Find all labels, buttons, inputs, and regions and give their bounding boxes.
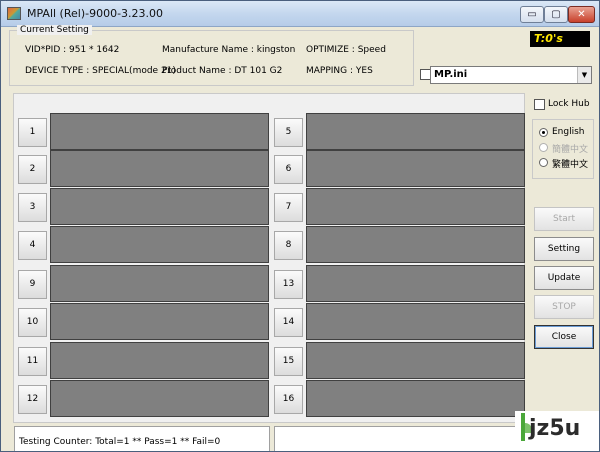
chevron-down-icon[interactable]: ▼ <box>577 67 591 83</box>
language-label-english: English <box>552 127 585 137</box>
slot-progress-7 <box>306 188 525 225</box>
slot-progress-15 <box>306 342 525 379</box>
optimize-label: OPTIMIZE : Speed <box>306 45 386 55</box>
slot-progress-14 <box>306 303 525 340</box>
ini-file-select[interactable]: MP.ini ▼ <box>430 66 592 84</box>
slot-button-8[interactable]: 8 <box>274 231 303 260</box>
title-bar[interactable]: MPAll (Rel)-9000-3.23.00 ▭ ▢ ✕ <box>1 1 599 27</box>
slot-button-13[interactable]: 13 <box>274 270 303 299</box>
language-radio-simplified[interactable] <box>539 143 548 152</box>
app-window: MPAll (Rel)-9000-3.23.00 ▭ ▢ ✕ Current S… <box>0 0 600 452</box>
close-button[interactable]: Close <box>534 325 594 349</box>
window-title: MPAll (Rel)-9000-3.23.00 <box>27 7 164 20</box>
slot-button-4[interactable]: 4 <box>18 231 47 260</box>
slot-button-16[interactable]: 16 <box>274 385 303 414</box>
status-panel-right <box>274 426 526 451</box>
slot-button-9[interactable]: 9 <box>18 270 47 299</box>
mapping-label: MAPPING : YES <box>306 66 373 76</box>
slot-button-10[interactable]: 10 <box>18 308 47 337</box>
slot-button-2[interactable]: 2 <box>18 155 47 184</box>
minimize-button[interactable]: ▭ <box>520 6 544 23</box>
maximize-button[interactable]: ▢ <box>544 6 568 23</box>
slot-button-12[interactable]: 12 <box>18 385 47 414</box>
logo-text: jz5u <box>529 416 581 441</box>
testing-counter-panel: Testing Counter: Total=1 ** Pass=1 ** Fa… <box>14 426 270 451</box>
product-name-label: Product Name : DT 101 G2 <box>162 66 283 76</box>
slot-progress-4 <box>50 226 269 263</box>
close-window-button[interactable]: ✕ <box>568 6 595 23</box>
update-button[interactable]: Update <box>534 266 594 290</box>
slot-progress-11 <box>50 342 269 379</box>
slot-progress-12 <box>50 380 269 417</box>
testing-counter-text: Testing Counter: Total=1 ** Pass=1 ** Fa… <box>19 437 221 447</box>
stop-button[interactable]: STOP <box>534 295 594 319</box>
slot-progress-8 <box>306 226 525 263</box>
slot-progress-1 <box>50 113 269 150</box>
manufacture-name-label: Manufacture Name : kingston <box>162 45 296 55</box>
lock-hub-label: Lock Hub <box>548 99 590 109</box>
vid-pid-label: VID*PID : 951 * 1642 <box>25 45 120 55</box>
current-setting-group <box>9 30 414 86</box>
slot-progress-3 <box>50 188 269 225</box>
current-setting-legend: Current Setting <box>17 25 92 35</box>
timer-display: T:0's <box>530 31 590 47</box>
watermark-logo: jz5u <box>515 411 599 451</box>
language-label-simplified: 簡體中文 <box>552 145 589 155</box>
slot-button-11[interactable]: 11 <box>18 347 47 376</box>
device-type-label: DEVICE TYPE : SPECIAL(mode 21) <box>25 66 176 76</box>
slot-progress-2 <box>50 150 269 187</box>
slot-button-3[interactable]: 3 <box>18 193 47 222</box>
slot-button-5[interactable]: 5 <box>274 118 303 147</box>
slot-button-6[interactable]: 6 <box>274 155 303 184</box>
slot-progress-13 <box>306 265 525 302</box>
slot-progress-6 <box>306 150 525 187</box>
slot-button-15[interactable]: 15 <box>274 347 303 376</box>
slot-progress-9 <box>50 265 269 302</box>
slot-button-7[interactable]: 7 <box>274 193 303 222</box>
ini-file-value: MP.ini <box>434 69 468 80</box>
lock-hub-checkbox[interactable] <box>534 99 545 110</box>
language-radio-traditional[interactable] <box>539 158 548 167</box>
slot-progress-16 <box>306 380 525 417</box>
setting-button[interactable]: Setting <box>534 237 594 261</box>
slot-progress-10 <box>50 303 269 340</box>
language-radio-english[interactable] <box>539 128 548 137</box>
language-label-traditional: 繁體中文 <box>552 160 589 170</box>
slot-button-1[interactable]: 1 <box>18 118 47 147</box>
app-icon <box>7 7 21 20</box>
start-button[interactable]: Start <box>534 207 594 231</box>
slot-progress-5 <box>306 113 525 150</box>
slot-button-14[interactable]: 14 <box>274 308 303 337</box>
